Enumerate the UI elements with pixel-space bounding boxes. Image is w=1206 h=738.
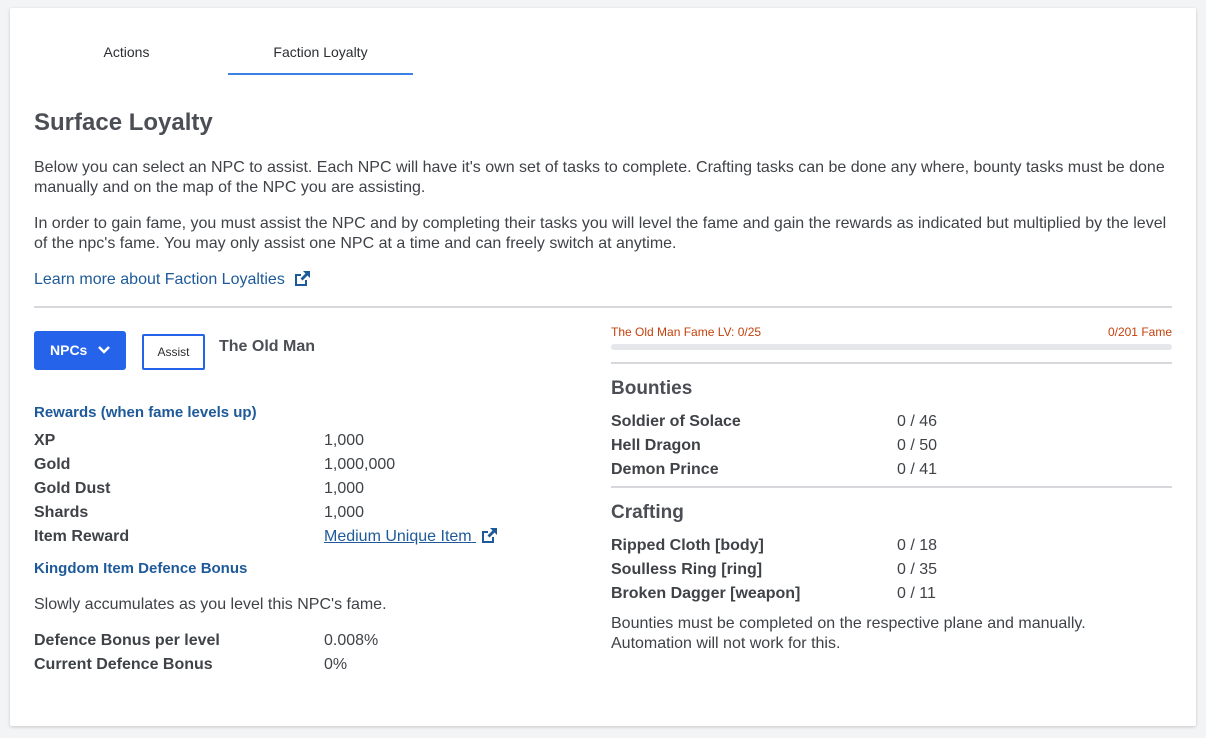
defence-bonus-title: Kingdom Item Defence Bonus: [34, 560, 248, 577]
bounty-progress: 0 / 46: [897, 413, 938, 430]
learn-more-label: Learn more about Faction Loyalties: [34, 271, 285, 288]
item-reward-label: Medium Unique Item: [324, 528, 472, 545]
chevron-down-icon: [98, 346, 110, 354]
fame-count: 0/201 Fame: [1107, 325, 1172, 339]
faction-loyalty-card: Actions Faction Loyalty Surface Loyalty …: [10, 8, 1196, 726]
page-title: Surface Loyalty: [34, 109, 213, 136]
reward-value: 1,000: [324, 480, 365, 497]
npcs-dropdown-button[interactable]: NPCs: [34, 331, 126, 370]
crafting-label: Broken Dagger [weapon]: [611, 585, 801, 602]
crafting-label: Ripped Cloth [body]: [611, 537, 764, 554]
crafting-label: Soulless Ring [ring]: [611, 561, 763, 578]
selected-npc-name: The Old Man: [219, 338, 315, 355]
reward-label: Gold Dust: [34, 480, 111, 497]
crafting-progress: 0 / 35: [897, 561, 938, 578]
item-reward-link[interactable]: Medium Unique Item: [324, 527, 498, 547]
crafting-title: Crafting: [611, 502, 684, 523]
defence-value: 0%: [324, 656, 348, 673]
rewards-title: Rewards (when fame levels up): [34, 404, 257, 421]
fame-progress-bar: [611, 344, 1172, 350]
automation-note: Bounties must be completed on the respec…: [611, 615, 1086, 652]
bounty-label: Hell Dragon: [611, 437, 701, 454]
bounties-divider: [611, 486, 1172, 488]
defence-label: Current Defence Bonus: [34, 656, 213, 673]
reward-value: 1,000: [324, 432, 365, 449]
reward-label: Shards: [34, 504, 89, 521]
bounty-progress: 0 / 41: [897, 461, 938, 478]
assist-button[interactable]: Assist: [142, 334, 205, 370]
defence-bonus-description: Slowly accumulates as you level this NPC…: [34, 596, 387, 613]
defence-label: Defence Bonus per level: [34, 632, 220, 649]
reward-value: 1,000,000: [324, 456, 396, 473]
bounty-label: Demon Prince: [611, 461, 719, 478]
intro-paragraph-1: Below you can select an NPC to assist. E…: [34, 159, 1165, 196]
crafting-progress: 0 / 18: [897, 537, 938, 554]
reward-label: XP: [34, 432, 56, 449]
fame-level-label: The Old Man Fame LV: 0/25: [611, 325, 762, 339]
bounties-title: Bounties: [611, 378, 693, 399]
fame-divider: [611, 362, 1172, 364]
tab-faction-loyalty[interactable]: Faction Loyalty: [228, 36, 413, 75]
reward-value: 1,000: [324, 504, 365, 521]
tab-actions[interactable]: Actions: [34, 36, 219, 73]
reward-label: Gold: [34, 456, 71, 473]
external-link-icon: [295, 271, 311, 286]
reward-label: Item Reward: [34, 528, 130, 545]
learn-more-link[interactable]: Learn more about Faction Loyalties: [34, 270, 311, 290]
npcs-dropdown-label: NPCs: [50, 342, 88, 358]
bounty-progress: 0 / 50: [897, 437, 938, 454]
crafting-progress: 0 / 11: [897, 585, 936, 602]
bounty-label: Soldier of Solace: [611, 413, 741, 430]
defence-value: 0.008%: [324, 632, 379, 649]
section-divider: [34, 306, 1172, 308]
external-link-icon: [482, 528, 498, 543]
intro-paragraph-2: In order to gain fame, you must assist t…: [34, 215, 1167, 252]
